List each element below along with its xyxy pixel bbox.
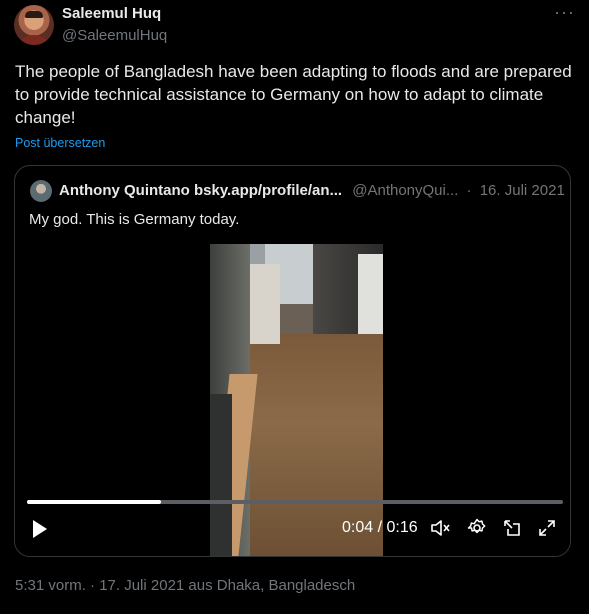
- more-options-icon[interactable]: ···: [554, 2, 575, 23]
- author-handle[interactable]: @SaleemulHuq: [62, 27, 167, 44]
- video-progress-bar[interactable]: [27, 500, 563, 504]
- video-time: 0:04 / 0:16: [342, 519, 418, 536]
- fullscreen-icon[interactable]: [537, 518, 557, 538]
- quote-author-avatar[interactable]: [30, 180, 52, 202]
- video-player[interactable]: 0:04 / 0:16: [15, 244, 570, 556]
- tweet-timestamp[interactable]: 5:31 vorm. · 17. Juli 2021 aus Dhaka, Ba…: [15, 577, 355, 594]
- quoted-tweet[interactable]: Anthony Quintano bsky.app/profile/an... …: [14, 165, 571, 557]
- quote-author-handle[interactable]: @AnthonyQui...: [352, 182, 458, 199]
- quote-date[interactable]: 16. Juli 2021: [480, 182, 565, 199]
- quote-header: Anthony Quintano bsky.app/profile/an... …: [59, 182, 565, 199]
- mute-icon[interactable]: [430, 518, 450, 538]
- play-icon[interactable]: [33, 520, 47, 538]
- video-frame[interactable]: [210, 244, 383, 556]
- quote-text: My god. This is Germany today.: [29, 211, 240, 228]
- video-progress-fill: [27, 500, 161, 504]
- translate-link[interactable]: Post übersetzen: [15, 136, 105, 150]
- author-avatar[interactable]: [14, 5, 54, 45]
- settings-icon[interactable]: [467, 518, 487, 538]
- popout-icon[interactable]: [502, 518, 522, 538]
- tweet-text: The people of Bangladesh have been adapt…: [15, 62, 572, 127]
- quote-author-name[interactable]: Anthony Quintano bsky.app/profile/an...: [59, 182, 342, 199]
- separator-dot: ·: [466, 182, 472, 199]
- author-name[interactable]: Saleemul Huq: [62, 5, 161, 22]
